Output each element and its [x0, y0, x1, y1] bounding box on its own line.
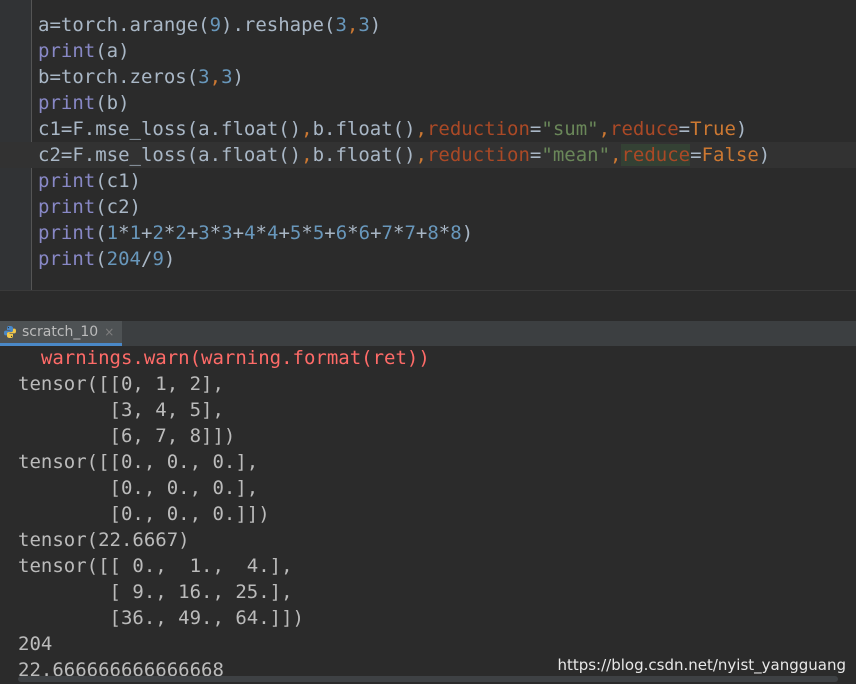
editor-bottom-area: [0, 290, 856, 321]
console-lines: warnings.warn(warning.format(ret)) tenso…: [18, 345, 430, 683]
console-line: tensor(22.6667): [18, 529, 190, 551]
code-line[interactable]: print(c1): [0, 168, 856, 194]
watermark: https://blog.csdn.net/nyist_yangguang: [557, 656, 846, 674]
code-line[interactable]: print(1*1+2*2+3*3+4*4+5*5+6*6+7*7+8*8): [0, 220, 856, 246]
code-editor[interactable]: a=torch.arange(9).reshape(3,3) print(a) …: [0, 0, 856, 290]
python-icon: [4, 326, 16, 338]
code-area[interactable]: a=torch.arange(9).reshape(3,3) print(a) …: [0, 12, 856, 272]
console-line: tensor([[0, 1, 2],: [18, 373, 224, 395]
console-line: tensor([[ 0., 1., 4.],: [18, 555, 293, 577]
console-line: [ 9., 16., 25.],: [18, 581, 293, 603]
code-line[interactable]: print(204/9): [0, 246, 856, 272]
code-line[interactable]: c1=F.mse_loss(a.float(),b.float(),reduct…: [0, 116, 856, 142]
horizontal-scrollbar[interactable]: [18, 676, 838, 682]
console-line: [3, 4, 5],: [18, 399, 224, 421]
run-tab-bar: scratch_10 ×: [0, 321, 856, 347]
code-line[interactable]: a=torch.arange(9).reshape(3,3): [0, 12, 856, 38]
run-tab-label: scratch_10: [22, 324, 99, 340]
console-warning-line: warnings.warn(warning.format(ret)): [18, 347, 430, 369]
console-line: 204: [18, 633, 53, 655]
console-line: tensor([[0., 0., 0.],: [18, 451, 259, 473]
close-icon[interactable]: ×: [104, 325, 114, 339]
console-line: [6, 7, 8]]): [18, 425, 236, 447]
ide-window: a=torch.arange(9).reshape(3,3) print(a) …: [0, 0, 856, 684]
console-line: [0., 0., 0.],: [18, 477, 259, 499]
code-line[interactable]: print(c2): [0, 194, 856, 220]
code-line[interactable]: b=torch.zeros(3,3): [0, 64, 856, 90]
console-line: [36., 49., 64.]]): [18, 607, 304, 629]
code-line[interactable]: print(a): [0, 38, 856, 64]
console-output[interactable]: warnings.warn(warning.format(ret)) tenso…: [0, 346, 856, 684]
code-line-current[interactable]: c2=F.mse_loss(a.float(),b.float(),reduct…: [0, 142, 856, 168]
run-tab-scratch[interactable]: scratch_10 ×: [0, 321, 122, 346]
console-line: [0., 0., 0.]]): [18, 503, 270, 525]
code-line[interactable]: print(b): [0, 90, 856, 116]
